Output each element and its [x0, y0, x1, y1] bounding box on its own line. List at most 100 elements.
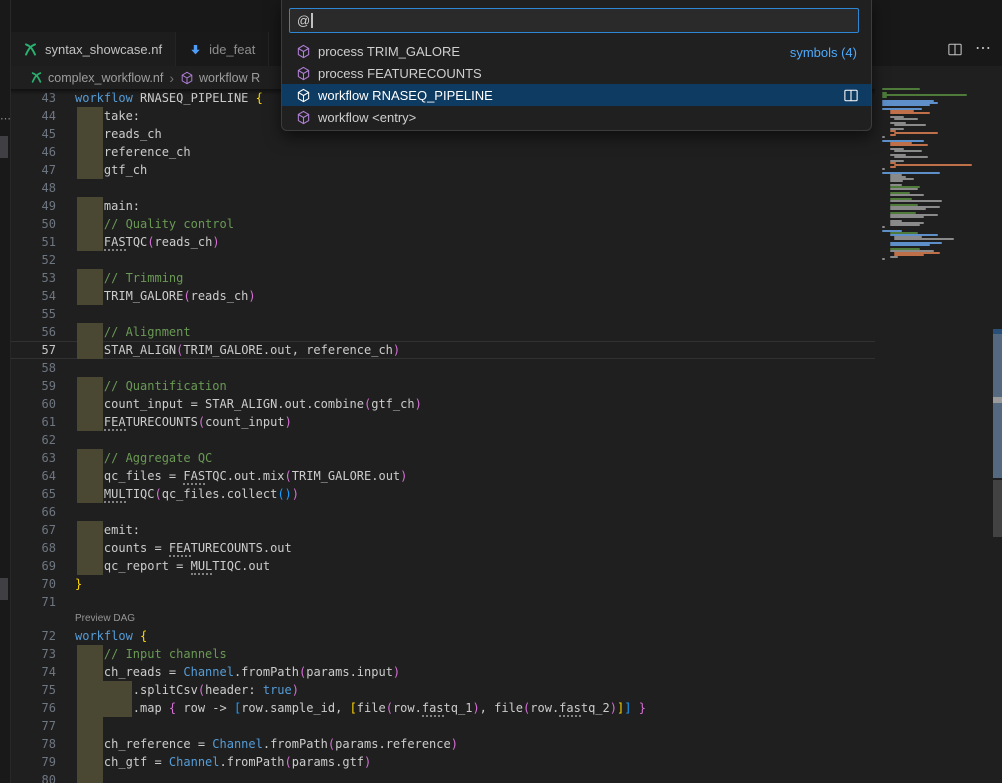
code-line[interactable]: 64 qc_files = FASTQC.out.mix(TRIM_GALORE…	[10, 467, 875, 485]
breadcrumb-symbol[interactable]: workflow R	[199, 71, 260, 85]
code-line[interactable]: 79 ch_gtf = Channel.fromPath(params.gtf)	[10, 753, 875, 771]
code-line[interactable]: 59 // Quantification	[10, 377, 875, 395]
code-text: FEATURECOUNTS(count_input)	[75, 413, 292, 431]
sidebar-decoration	[0, 578, 8, 600]
line-number: 80	[10, 771, 56, 783]
tab-label: ide_feat	[209, 42, 255, 57]
scrollbar-thumb[interactable]	[993, 480, 1002, 537]
code-line[interactable]: 63 // Aggregate QC	[10, 449, 875, 467]
code-line[interactable]: 76 .map { row -> [row.sample_id, [file(r…	[10, 699, 875, 717]
open-to-side-icon[interactable]	[844, 89, 858, 102]
code-line[interactable]: 56 // Alignment	[10, 323, 875, 341]
code-line[interactable]: 52	[10, 251, 875, 269]
code-line[interactable]: 51 FASTQC(reads_ch)	[10, 233, 875, 251]
quick-open-input[interactable]: @	[289, 8, 859, 33]
more-actions-ellipsis-icon[interactable]: ⋯	[975, 44, 992, 54]
tab-syntax-showcase[interactable]: syntax_showcase.nf	[10, 32, 176, 66]
quick-open-item[interactable]: process FEATURECOUNTS	[282, 62, 871, 84]
line-number: 78	[10, 735, 56, 753]
code-text: ch_reference = Channel.fromPath(params.r…	[75, 735, 458, 753]
minimap-line	[894, 132, 938, 134]
item-label: workflow <entry>	[318, 110, 416, 125]
quick-open-item[interactable]: workflow RNASEQ_PIPELINE	[282, 84, 871, 106]
minimap-line	[890, 144, 928, 146]
code-line[interactable]: 62	[10, 431, 875, 449]
code-line[interactable]: 78 ch_reference = Channel.fromPath(param…	[10, 735, 875, 753]
minimap-line	[890, 188, 918, 190]
minimap-line	[882, 136, 885, 138]
code-line[interactable]: 67 emit:	[10, 521, 875, 539]
split-editor-icon[interactable]	[948, 43, 962, 56]
line-number: 72	[10, 627, 56, 645]
code-text: reads_ch	[75, 125, 162, 143]
code-line[interactable]: 61 FEATURECOUNTS(count_input)	[10, 413, 875, 431]
vscode-window: syntax_showcase.nf ide_feat ⋯ complex_wo…	[0, 0, 1002, 783]
code-line[interactable]: 60 count_input = STAR_ALIGN.out.combine(…	[10, 395, 875, 413]
code-line[interactable]: 48	[10, 179, 875, 197]
line-number: 77	[10, 717, 56, 735]
nextflow-logo-icon	[30, 71, 43, 84]
scrollbar-slider[interactable]	[993, 329, 1002, 478]
code-line[interactable]: 55	[10, 305, 875, 323]
code-line[interactable]: 50 // Quality control	[10, 215, 875, 233]
code-line[interactable]: 66	[10, 503, 875, 521]
scrollbar-slider-cap	[993, 329, 1002, 334]
code-line[interactable]: 77	[10, 717, 875, 735]
minimap-line	[882, 168, 885, 170]
code-text: TRIM_GALORE(reads_ch)	[75, 287, 256, 305]
overview-ruler-marker	[993, 397, 1002, 403]
code-line[interactable]: 80	[10, 771, 875, 783]
minimap[interactable]	[882, 88, 993, 272]
code-line[interactable]: 74 ch_reads = Channel.fromPath(params.in…	[10, 663, 875, 681]
code-line[interactable]: 57 STAR_ALIGN(TRIM_GALORE.out, reference…	[10, 341, 875, 359]
code-line[interactable]: 71	[10, 593, 875, 611]
codelens-preview-dag[interactable]: Preview DAG	[10, 611, 875, 627]
code-line[interactable]: 46 reference_ch	[10, 143, 875, 161]
minimap-line	[894, 238, 954, 240]
text-cursor	[311, 13, 313, 28]
breadcrumb-file[interactable]: complex_workflow.nf	[48, 71, 163, 85]
minimap-line	[890, 180, 903, 182]
quick-open-item[interactable]: process TRIM_GALORE	[282, 40, 871, 62]
minimap-line	[882, 94, 967, 96]
symbol-structure-icon	[180, 71, 194, 85]
minimap-line	[890, 166, 896, 168]
code-line[interactable]: 65 MULTIQC(qc_files.collect())	[10, 485, 875, 503]
code-line[interactable]: 54 TRIM_GALORE(reads_ch)	[10, 287, 875, 305]
code-line[interactable]: 49 main:	[10, 197, 875, 215]
code-line[interactable]: 75 .splitCsv(header: true)	[10, 681, 875, 699]
code-line[interactable]: 68 counts = FEATURECOUNTS.out	[10, 539, 875, 557]
code-line[interactable]: 53 // Trimming	[10, 269, 875, 287]
symbols-count-link[interactable]: symbols (4)	[790, 45, 857, 60]
code-text: gtf_ch	[75, 161, 147, 179]
code-line[interactable]: 47 gtf_ch	[10, 161, 875, 179]
minimap-line	[890, 134, 896, 136]
code-text: // Trimming	[75, 269, 183, 287]
line-number: 63	[10, 449, 56, 467]
code-editor[interactable]: 43workflow RNASEQ_PIPELINE {44 take:45 r…	[10, 89, 875, 783]
quick-open-query: @	[297, 13, 310, 28]
line-number: 53	[10, 269, 56, 287]
tab-ide-features[interactable]: ide_feat	[176, 32, 269, 66]
minimap-line	[882, 88, 920, 90]
code-line[interactable]: 58	[10, 359, 875, 377]
code-line[interactable]: 69 qc_report = MULTIQC.out	[10, 557, 875, 575]
item-label: process TRIM_GALORE	[318, 44, 460, 59]
sidebar-decoration	[0, 136, 8, 158]
minimap-line	[890, 256, 898, 258]
code-line[interactable]: 72workflow {	[10, 627, 875, 645]
quick-open-panel: @ symbols (4) process TRIM_GALOREprocess…	[281, 0, 872, 131]
code-text: workflow RNASEQ_PIPELINE {	[75, 89, 263, 107]
line-number: 52	[10, 251, 56, 269]
code-line[interactable]: 70}	[10, 575, 875, 593]
code-line[interactable]: 73 // Input channels	[10, 645, 875, 663]
code-text: // Quality control	[75, 215, 234, 233]
minimap-line	[890, 112, 930, 114]
code-text: emit:	[75, 521, 140, 539]
minimap-line	[894, 164, 972, 166]
minimap-line	[890, 208, 926, 210]
code-text: take:	[75, 107, 140, 125]
quick-open-item[interactable]: workflow <entry>	[282, 106, 871, 128]
code-text: .map { row -> [row.sample_id, [file(row.…	[75, 699, 646, 717]
code-text: // Input channels	[75, 645, 227, 663]
